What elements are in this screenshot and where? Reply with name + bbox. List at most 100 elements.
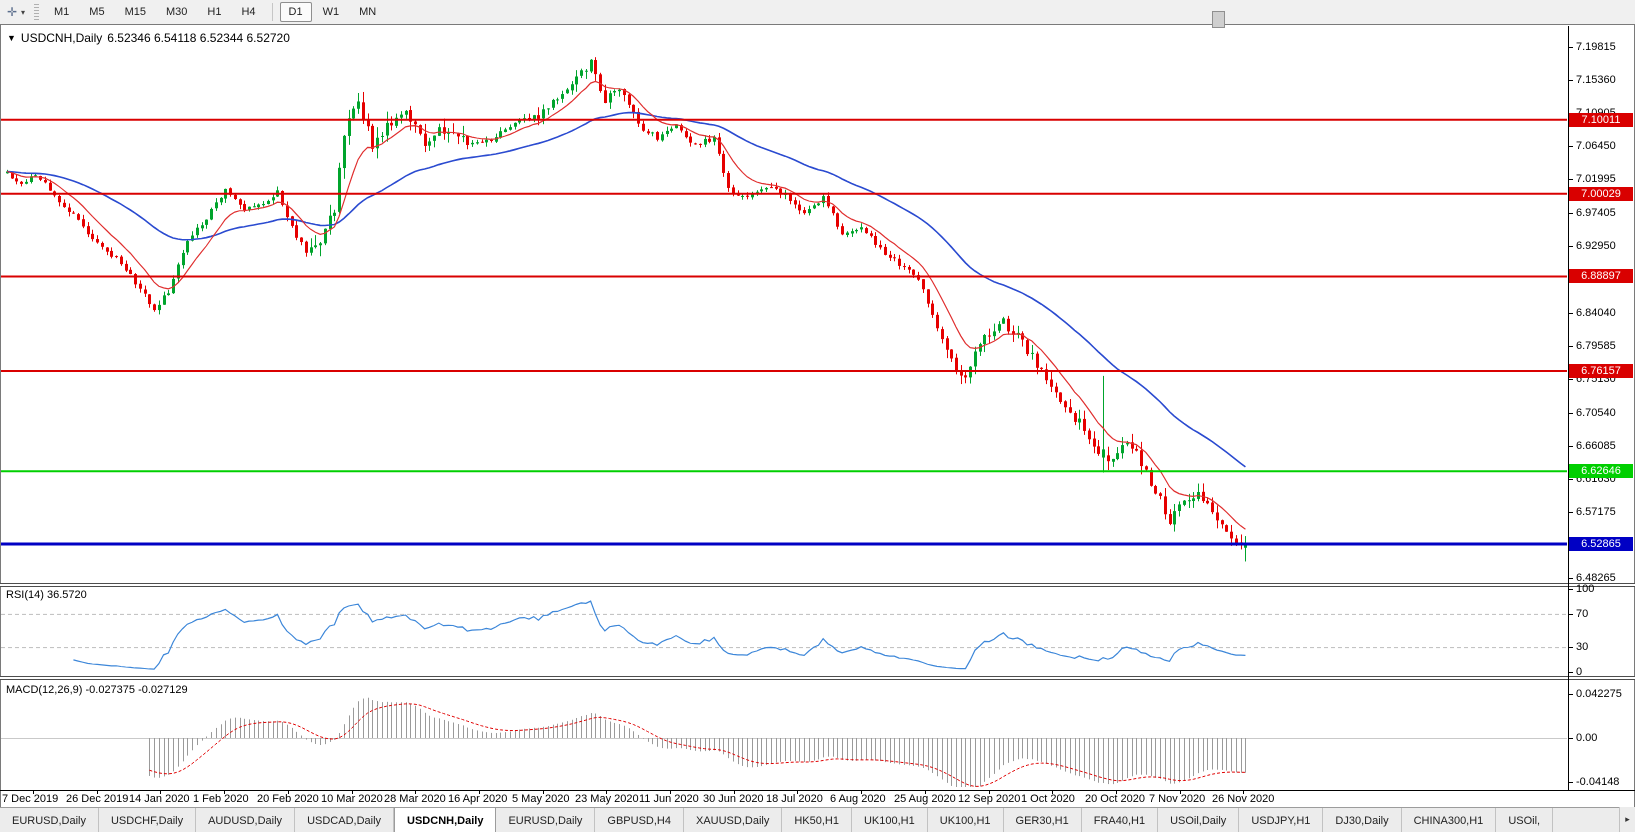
chart-symbol-period: USDCNH,Daily — [21, 31, 102, 45]
chart-tool-icon[interactable]: ✛ — [4, 4, 20, 20]
price-axis-line — [1568, 26, 1569, 790]
symbol-tab-XAUUSD-Daily[interactable]: XAUUSD,Daily — [684, 808, 782, 832]
rsi-pane-canvas[interactable] — [1, 586, 1567, 677]
date-label: 20 Feb 2020 — [257, 793, 319, 805]
date-label: 7 Nov 2020 — [1149, 793, 1205, 805]
price-tick-dash — [1569, 47, 1573, 48]
date-tick — [861, 790, 862, 794]
date-label: 25 Aug 2020 — [894, 793, 956, 805]
toolbar-separator — [272, 3, 273, 21]
rsi-tick-label: 30 — [1576, 641, 1588, 653]
price-tick-dash — [1569, 512, 1573, 513]
price-tick-label: 7.06450 — [1576, 140, 1616, 152]
timeframe-button-D1[interactable]: D1 — [280, 2, 312, 22]
date-tick — [925, 790, 926, 794]
macd-tick-label: 0.042275 — [1576, 688, 1622, 700]
date-label: 1 Feb 2020 — [193, 793, 249, 805]
hline-price-label: 6.52865 — [1569, 537, 1633, 551]
symbol-tab-CHINA300-H1[interactable]: CHINA300,H1 — [1402, 808, 1497, 832]
rsi-tick-dash — [1569, 647, 1573, 648]
date-tick — [33, 790, 34, 794]
symbol-tab-bar: EURUSD,DailyUSDCHF,DailyAUDUSD,DailyUSDC… — [0, 807, 1635, 832]
chart-ohlc-values: 6.52346 6.54118 6.52344 6.52720 — [107, 31, 290, 45]
date-tick — [97, 790, 98, 794]
date-label: 5 May 2020 — [512, 793, 569, 805]
date-tick — [797, 790, 798, 794]
symbol-tab-HK50-H1[interactable]: HK50,H1 — [782, 808, 852, 832]
price-tick-dash — [1569, 80, 1573, 81]
price-tick-label: 7.01995 — [1576, 173, 1616, 185]
rsi-tick-dash — [1569, 614, 1573, 615]
chart-title: ▼ USDCNH,Daily 6.52346 6.54118 6.52344 6… — [7, 31, 290, 45]
chart-tool-dropdown-icon[interactable]: ▾ — [21, 8, 25, 17]
price-tick-dash — [1569, 446, 1573, 447]
price-tick-label: 6.66085 — [1576, 440, 1616, 452]
symbol-tab-DJ30-Daily[interactable]: DJ30,Daily — [1323, 808, 1401, 832]
date-tick — [543, 790, 544, 794]
symbol-tab-USDJPY-H1[interactable]: USDJPY,H1 — [1239, 808, 1323, 832]
price-tick-label: 6.84040 — [1576, 307, 1616, 319]
symbol-tab-GBPUSD-H4[interactable]: GBPUSD,H4 — [595, 808, 684, 832]
timeframe-button-M30[interactable]: M30 — [157, 2, 196, 22]
trading-platform-window: ✛ ▾ M1M5M15M30H1H4 D1W1MN ▼ USDCNH,Daily … — [0, 0, 1635, 832]
date-tick — [989, 790, 990, 794]
macd-tick-dash — [1569, 738, 1573, 739]
hline-price-label: 6.76157 — [1569, 364, 1633, 378]
symbol-tab-USOil[interactable]: USOil, — [1496, 808, 1553, 832]
symbol-tab-EURUSD-Daily[interactable]: EURUSD,Daily — [496, 808, 595, 832]
tab-scroll-right-icon[interactable]: ▸ — [1619, 807, 1635, 832]
date-label: 26 Nov 2020 — [1212, 793, 1274, 805]
date-tick — [160, 790, 161, 794]
date-tick — [1052, 790, 1053, 794]
price-tick-dash — [1569, 379, 1573, 380]
timeframe-button-M5[interactable]: M5 — [80, 2, 113, 22]
toolbar-grip[interactable] — [34, 4, 39, 20]
symbol-tab-FRA40-H1[interactable]: FRA40,H1 — [1082, 808, 1158, 832]
date-label: 30 Jun 2020 — [703, 793, 764, 805]
timeframe-button-M15[interactable]: M15 — [116, 2, 155, 22]
symbol-tab-UK100-H1[interactable]: UK100,H1 — [852, 808, 928, 832]
date-tick — [479, 790, 480, 794]
symbol-tab-USOil-Daily[interactable]: USOil,Daily — [1158, 808, 1239, 832]
symbol-tab-USDCAD-Daily[interactable]: USDCAD,Daily — [295, 808, 394, 832]
timeframe-button-H4[interactable]: H4 — [232, 2, 264, 22]
timeframe-button-H1[interactable]: H1 — [198, 2, 230, 22]
date-label: 1 Oct 2020 — [1021, 793, 1075, 805]
timeframe-button-MN[interactable]: MN — [350, 2, 385, 22]
symbol-tab-USDCNH-Daily[interactable]: USDCNH,Daily — [394, 808, 496, 832]
date-label: 12 Sep 2020 — [958, 793, 1020, 805]
timeframe-button-W1[interactable]: W1 — [314, 2, 349, 22]
symbol-tab-GER30-H1[interactable]: GER30,H1 — [1004, 808, 1082, 832]
price-tick-label: 6.79585 — [1576, 340, 1616, 352]
macd-label: MACD(12,26,9) -0.027375 -0.027129 — [6, 684, 188, 696]
macd-tick-dash — [1569, 694, 1573, 695]
price-tick-dash — [1569, 313, 1573, 314]
symbol-tab-EURUSD-Daily[interactable]: EURUSD,Daily — [0, 808, 99, 832]
macd-pane-canvas[interactable] — [1, 680, 1567, 790]
date-tick — [734, 790, 735, 794]
rsi-tick-dash — [1569, 672, 1573, 673]
date-label: 20 Oct 2020 — [1085, 793, 1145, 805]
macd-tick-label: -0.04148 — [1576, 776, 1619, 788]
symbol-tab-USDCHF-Daily[interactable]: USDCHF,Daily — [99, 808, 196, 832]
price-tick-label: 7.15360 — [1576, 74, 1616, 86]
date-tick — [1243, 790, 1244, 794]
date-tick — [415, 790, 416, 794]
main-chart-canvas[interactable] — [1, 26, 1567, 583]
price-tick-label: 6.92950 — [1576, 240, 1616, 252]
date-label: 10 Mar 2020 — [321, 793, 383, 805]
date-label: 14 Jan 2020 — [129, 793, 190, 805]
rsi-tick-label: 0 — [1576, 666, 1582, 678]
symbol-tab-UK100-H1[interactable]: UK100,H1 — [928, 808, 1004, 832]
date-tick — [1116, 790, 1117, 794]
price-tick-label: 6.70540 — [1576, 407, 1616, 419]
date-tick — [288, 790, 289, 794]
symbol-dropdown-icon[interactable]: ▼ — [7, 33, 16, 43]
timeframe-button-M1[interactable]: M1 — [45, 2, 78, 22]
price-tick-label: 7.19815 — [1576, 41, 1616, 53]
macd-values: -0.027375 -0.027129 — [85, 684, 187, 696]
date-label: 7 Dec 2019 — [2, 793, 58, 805]
symbol-tab-AUDUSD-Daily[interactable]: AUDUSD,Daily — [196, 808, 295, 832]
date-label: 11 Jun 2020 — [639, 793, 699, 805]
price-tick-dash — [1569, 578, 1573, 579]
